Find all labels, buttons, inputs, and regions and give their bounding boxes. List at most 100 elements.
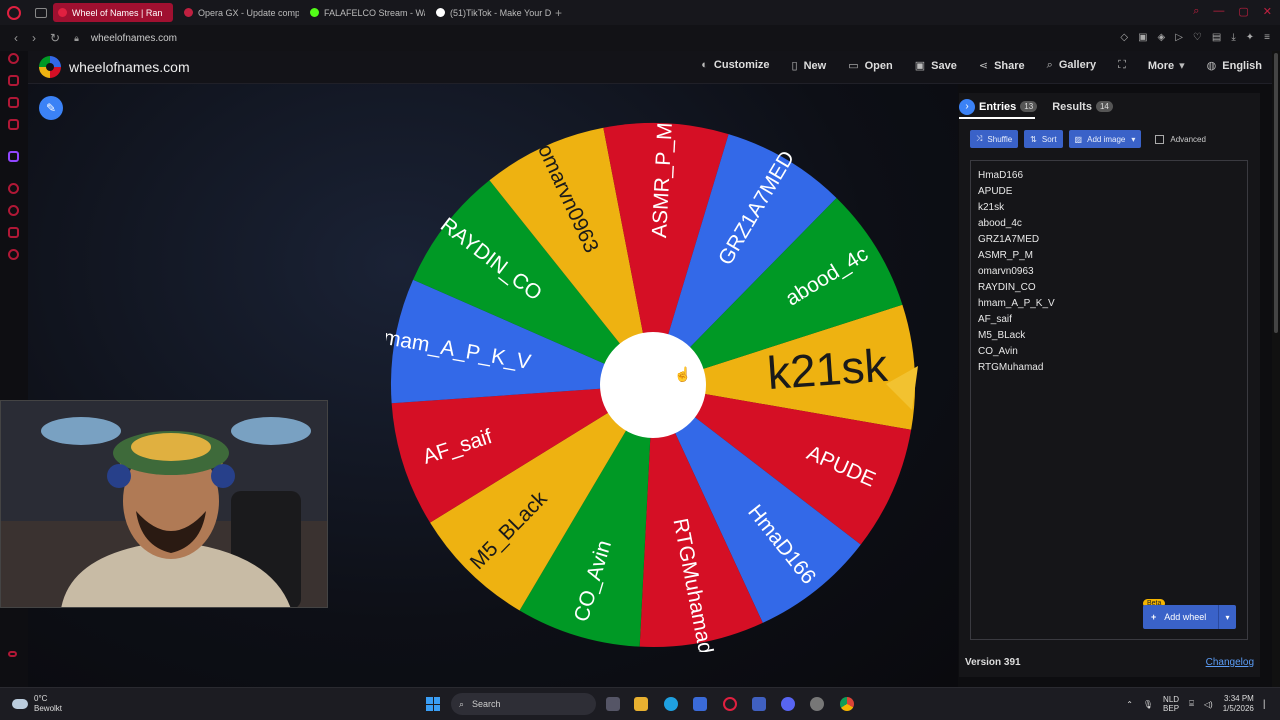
tab-kick-stream[interactable]: FALAFELCO Stream - Wat bbox=[305, 3, 425, 22]
task-view-icon[interactable] bbox=[606, 697, 620, 711]
opera-logo-icon[interactable] bbox=[7, 5, 21, 20]
tab-opera-gx[interactable]: Opera GX - Update comp bbox=[179, 3, 299, 22]
menu-new[interactable]: ▯ New bbox=[792, 59, 827, 72]
wheel-logo-icon[interactable] bbox=[39, 56, 61, 78]
close-icon[interactable]: ✕ bbox=[1263, 5, 1272, 18]
wallet-icon[interactable]: ▤ bbox=[1212, 32, 1221, 43]
microphone-icon[interactable]: 🎙︎ bbox=[1143, 700, 1153, 709]
entry-line: HmaD166 bbox=[978, 170, 1024, 181]
menu-save[interactable]: ▣ Save bbox=[915, 59, 957, 72]
url-field[interactable]: wheelofnames.com bbox=[91, 33, 177, 44]
store-icon[interactable] bbox=[693, 697, 707, 711]
sidebar-twitch-icon[interactable] bbox=[8, 151, 19, 162]
spin-wheel[interactable]: k21skAPUDEHmaD166RTGMuhamadCO_AvinM5_BLa… bbox=[386, 118, 920, 652]
sidebar-instagram-icon[interactable] bbox=[8, 119, 19, 130]
sidebar-messenger-icon[interactable] bbox=[8, 97, 19, 108]
edit-pencil-icon[interactable]: ✎ bbox=[39, 96, 63, 120]
snapshot-icon[interactable]: ▣ bbox=[1138, 32, 1147, 43]
menu-language[interactable]: ◍ English bbox=[1207, 59, 1262, 72]
menu-gallery[interactable]: ⌕ Gallery bbox=[1047, 59, 1096, 72]
wheel-center-hub[interactable] bbox=[600, 332, 706, 438]
opera-gx-icon[interactable] bbox=[723, 697, 737, 711]
heart-icon[interactable]: ♡ bbox=[1193, 32, 1202, 43]
download-icon[interactable]: ⤓ bbox=[1231, 32, 1235, 43]
menu-open[interactable]: ▭ Open bbox=[848, 59, 893, 72]
app-icon[interactable] bbox=[752, 697, 766, 711]
time: 3:34 PM bbox=[1224, 694, 1254, 703]
settings-icon[interactable] bbox=[810, 697, 824, 711]
language-code: NLD bbox=[1163, 695, 1180, 704]
add-wheel-label: Add wheel bbox=[1164, 612, 1207, 622]
new-tab-button[interactable]: + bbox=[555, 6, 562, 20]
edge-icon[interactable] bbox=[664, 697, 678, 711]
tab-favicon-icon bbox=[184, 8, 193, 17]
sidebar-store-icon[interactable] bbox=[8, 75, 19, 86]
play-icon[interactable]: ▷ bbox=[1175, 32, 1183, 43]
shuffle-button[interactable]: ⤨ Shuffle bbox=[970, 130, 1019, 148]
sidebar-player-icon[interactable] bbox=[8, 183, 19, 194]
windows-taskbar: 0°C Bewolkt ⌕ Search ⌃ 🎙︎ NLD BEP ⌸ ◁) 3:… bbox=[0, 687, 1280, 720]
sidebar-bookmarks-icon[interactable] bbox=[8, 227, 19, 238]
tab-favicon-icon bbox=[436, 8, 445, 17]
reload-icon[interactable]: ↻ bbox=[50, 31, 60, 45]
windows-start-icon[interactable] bbox=[426, 697, 440, 711]
entry-line: ASMR_P_M bbox=[978, 250, 1034, 261]
taskbar-search[interactable]: ⌕ Search bbox=[451, 693, 596, 715]
entries-textarea[interactable]: HmaD166 APUDE k21sk abood_4c GRZ1A7MED ASMR_P… bbox=[970, 160, 1248, 640]
tab-overview-icon[interactable] bbox=[35, 7, 47, 18]
forward-icon[interactable]: › bbox=[32, 31, 36, 45]
menu-label: More bbox=[1147, 60, 1175, 72]
clock[interactable]: 3:34 PM 1/5/2026 bbox=[1223, 694, 1254, 714]
sidebar-gx-icon[interactable] bbox=[8, 651, 17, 657]
back-icon[interactable]: ‹ bbox=[14, 31, 18, 45]
tab-wheel-of-names[interactable]: Wheel of Names | Ran bbox=[53, 3, 173, 22]
sidebar-history-icon[interactable] bbox=[8, 205, 19, 216]
weather-widget[interactable]: 0°C Bewolkt bbox=[12, 694, 62, 714]
sort-button[interactable]: ⇅ Sort bbox=[1024, 130, 1063, 148]
chevron-down-icon: ▾ bbox=[1179, 60, 1185, 72]
app-name[interactable]: wheelofnames.com bbox=[69, 59, 190, 75]
menu-label: Share bbox=[994, 60, 1025, 72]
discord-icon[interactable] bbox=[781, 697, 795, 711]
add-wheel-button[interactable]: + Add wheel ▾ bbox=[1143, 605, 1236, 629]
minimize-icon[interactable]: — bbox=[1213, 5, 1224, 18]
language-indicator[interactable]: NLD BEP bbox=[1163, 695, 1179, 713]
chevron-up-icon[interactable]: ⌃ bbox=[1126, 700, 1133, 709]
sort-label: Sort bbox=[1041, 134, 1057, 144]
collapse-panel-icon[interactable]: › bbox=[959, 98, 975, 115]
add-image-button[interactable]: ▨ Add image ▾ bbox=[1068, 130, 1142, 148]
sidebar-speed-dial-icon[interactable] bbox=[8, 53, 19, 64]
active-tab-indicator bbox=[959, 117, 1035, 119]
sidebar-settings-icon[interactable] bbox=[8, 249, 19, 260]
changelog-link[interactable]: Changelog bbox=[1206, 657, 1254, 668]
ai-icon[interactable]: ✦ bbox=[1246, 32, 1254, 43]
notification-icon[interactable]: ▏ bbox=[1264, 700, 1270, 709]
menu-fullscreen[interactable]: ⛶ bbox=[1118, 59, 1126, 72]
menu-more[interactable]: More ▾ bbox=[1148, 59, 1185, 72]
tab-results[interactable]: Results 14 bbox=[1052, 101, 1113, 113]
scrollbar-thumb[interactable] bbox=[1274, 53, 1278, 333]
menu-customize[interactable]: ◐ Customize bbox=[701, 59, 769, 72]
panel-footer: Version 391 Changelog bbox=[965, 657, 1254, 668]
menu-share[interactable]: ⋖ Share bbox=[979, 59, 1025, 72]
maximize-icon[interactable]: ▢ bbox=[1238, 5, 1248, 18]
menu-label: Save bbox=[931, 60, 957, 72]
tab-favicon-icon bbox=[310, 8, 319, 17]
tab-tiktok[interactable]: (51)TikTok - Make Your Da bbox=[431, 3, 551, 22]
menu-label: New bbox=[803, 60, 827, 72]
bookmark-icon[interactable]: ◇ bbox=[1120, 32, 1128, 43]
temperature: 0°C bbox=[34, 694, 48, 703]
volume-icon[interactable]: ◁) bbox=[1204, 700, 1213, 709]
menu-icon[interactable]: ≡ bbox=[1264, 32, 1270, 43]
fullscreen-icon: ⛶ bbox=[1118, 59, 1126, 71]
tab-entries[interactable]: Entries 13 bbox=[979, 101, 1038, 113]
page-scrollbar[interactable] bbox=[1272, 51, 1280, 687]
chrome-icon[interactable] bbox=[840, 697, 854, 711]
network-icon[interactable]: ⌸ bbox=[1189, 699, 1194, 709]
shield-icon[interactable]: ◈ bbox=[1158, 32, 1166, 43]
file-explorer-icon[interactable] bbox=[634, 697, 648, 711]
advanced-checkbox[interactable]: Advanced bbox=[1155, 134, 1206, 144]
search-tabs-icon[interactable]: ⌕ bbox=[1193, 5, 1199, 18]
add-wheel-dropdown-icon[interactable]: ▾ bbox=[1218, 605, 1236, 629]
entry-line: omarvn0963 bbox=[978, 266, 1034, 277]
